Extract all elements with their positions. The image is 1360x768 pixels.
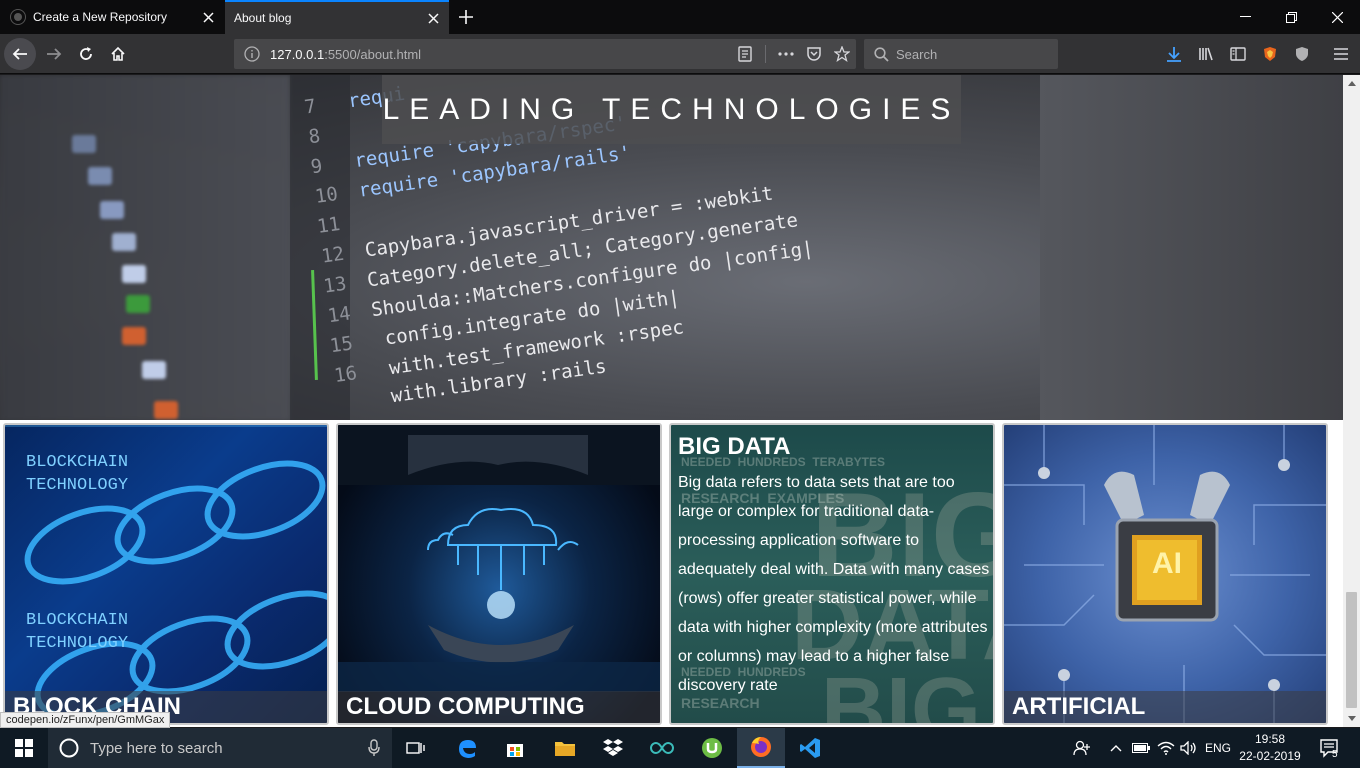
utorrent-icon[interactable] (688, 728, 736, 768)
ai-chip-text: AI (1152, 547, 1182, 580)
battery-icon[interactable] (1130, 728, 1152, 768)
firefox-icon[interactable] (737, 728, 785, 768)
search-bar[interactable]: Search (864, 39, 1058, 69)
forward-button[interactable] (38, 38, 70, 70)
clock-time: 19:58 (1254, 732, 1286, 746)
blockchain-image-text-top: BLOCKCHAIN TECHNOLOGY (26, 453, 129, 495)
brave-extension-icon[interactable] (1256, 40, 1284, 68)
reader-view-icon[interactable] (731, 40, 759, 68)
file-explorer-icon[interactable] (541, 728, 589, 768)
store-icon[interactable] (491, 728, 539, 768)
menu-icon[interactable] (1327, 40, 1355, 68)
windows-taskbar: Type here to search ENG 19:58 22-02-2019… (0, 728, 1360, 768)
scroll-up-arrow[interactable] (1343, 75, 1360, 92)
pocket-icon[interactable] (800, 40, 828, 68)
sidebar-icon[interactable] (1224, 40, 1252, 68)
arduino-icon[interactable] (638, 728, 686, 768)
page-scrollbar[interactable] (1343, 75, 1360, 727)
people-icon[interactable] (1069, 728, 1095, 768)
taskbar-search-placeholder: Type here to search (90, 739, 223, 757)
cloud-computing-image (338, 425, 660, 692)
cortana-icon (59, 738, 79, 758)
technology-cards: BLOCKCHAIN TECHNOLOGY BLOCKCHAIN TECHNOL… (0, 420, 1343, 727)
volume-icon[interactable] (1178, 728, 1200, 768)
hero-banner: 7requi 8 9require 'capybara/rspec' 10req… (0, 75, 1343, 420)
reload-button[interactable] (70, 38, 102, 70)
info-icon[interactable] (243, 45, 261, 63)
url-text[interactable]: 127.0.0.1:5500/about.html (270, 47, 731, 62)
tab-create-repository[interactable]: Create a New Repository (0, 0, 224, 34)
card-artificial[interactable]: AI ARTIFICIAL (1002, 423, 1328, 725)
action-center-icon[interactable]: 5 (1308, 728, 1352, 768)
card-label: CLOUD COMPUTING (338, 691, 660, 723)
new-tab-button[interactable] (452, 3, 480, 31)
dropbox-icon[interactable] (589, 728, 637, 768)
navigation-toolbar: 127.0.0.1:5500/about.html Search (0, 34, 1360, 74)
edge-icon[interactable] (443, 728, 491, 768)
tab-title: Create a New Repository (33, 10, 168, 24)
card-big-data[interactable]: BIG DATA BIG NEEDED HUNDREDS TERABYTES R… (669, 423, 995, 725)
show-hidden-icons[interactable] (1106, 728, 1126, 768)
shield-extension-icon[interactable] (1288, 40, 1316, 68)
scroll-down-arrow[interactable] (1343, 710, 1360, 727)
tab-about-blog[interactable]: About blog (225, 0, 449, 34)
clock-date: 22-02-2019 (1239, 749, 1301, 763)
taskbar-search-box[interactable]: Type here to search (48, 728, 392, 768)
github-icon (10, 9, 26, 25)
system-clock[interactable]: 19:58 22-02-2019 (1238, 731, 1302, 765)
downloads-icon[interactable] (1160, 40, 1188, 68)
vscode-icon[interactable] (786, 728, 834, 768)
page-viewport: 7requi 8 9require 'capybara/rspec' 10req… (0, 75, 1343, 727)
address-bar[interactable]: 127.0.0.1:5500/about.html (234, 39, 856, 69)
close-tab-icon[interactable] (421, 6, 445, 30)
card-label: ARTIFICIAL (1004, 691, 1326, 723)
start-button[interactable] (0, 728, 48, 768)
page-actions-icon[interactable] (772, 40, 800, 68)
task-view-icon[interactable] (392, 728, 440, 768)
wifi-icon[interactable] (1155, 728, 1177, 768)
hero-title-box: LEADING TECHNOLOGIES (382, 75, 961, 144)
close-tab-icon[interactable] (196, 5, 220, 29)
tab-strip: Create a New Repository About blog (0, 0, 1360, 34)
link-preview-status: codepen.io/zFunx/pen/GmMGax (0, 712, 171, 728)
library-icon[interactable] (1192, 40, 1220, 68)
hero-title: LEADING TECHNOLOGIES (382, 92, 961, 126)
card-heading: BIG DATA (678, 433, 791, 460)
bookmark-star-icon[interactable] (828, 40, 856, 68)
card-description: Big data refers to data sets that are to… (678, 474, 990, 694)
card-blockchain[interactable]: BLOCKCHAIN TECHNOLOGY BLOCKCHAIN TECHNOL… (3, 423, 329, 725)
search-placeholder: Search (896, 46, 938, 62)
blockchain-image-text-bottom: BLOCKCHAIN TECHNOLOGY (26, 611, 129, 653)
minimize-button[interactable] (1222, 0, 1268, 34)
input-language[interactable]: ENG (1203, 728, 1233, 768)
search-icon (872, 45, 890, 63)
scrollbar-thumb[interactable] (1346, 592, 1357, 708)
restore-button[interactable] (1268, 0, 1314, 34)
close-window-button[interactable] (1314, 0, 1360, 34)
back-button[interactable] (4, 38, 36, 70)
notification-count: 5 (1332, 749, 1338, 760)
card-cloud-computing[interactable]: CLOUD COMPUTING (336, 423, 662, 725)
microphone-icon[interactable] (368, 739, 380, 757)
home-button[interactable] (102, 38, 134, 70)
tab-title: About blog (234, 11, 292, 25)
